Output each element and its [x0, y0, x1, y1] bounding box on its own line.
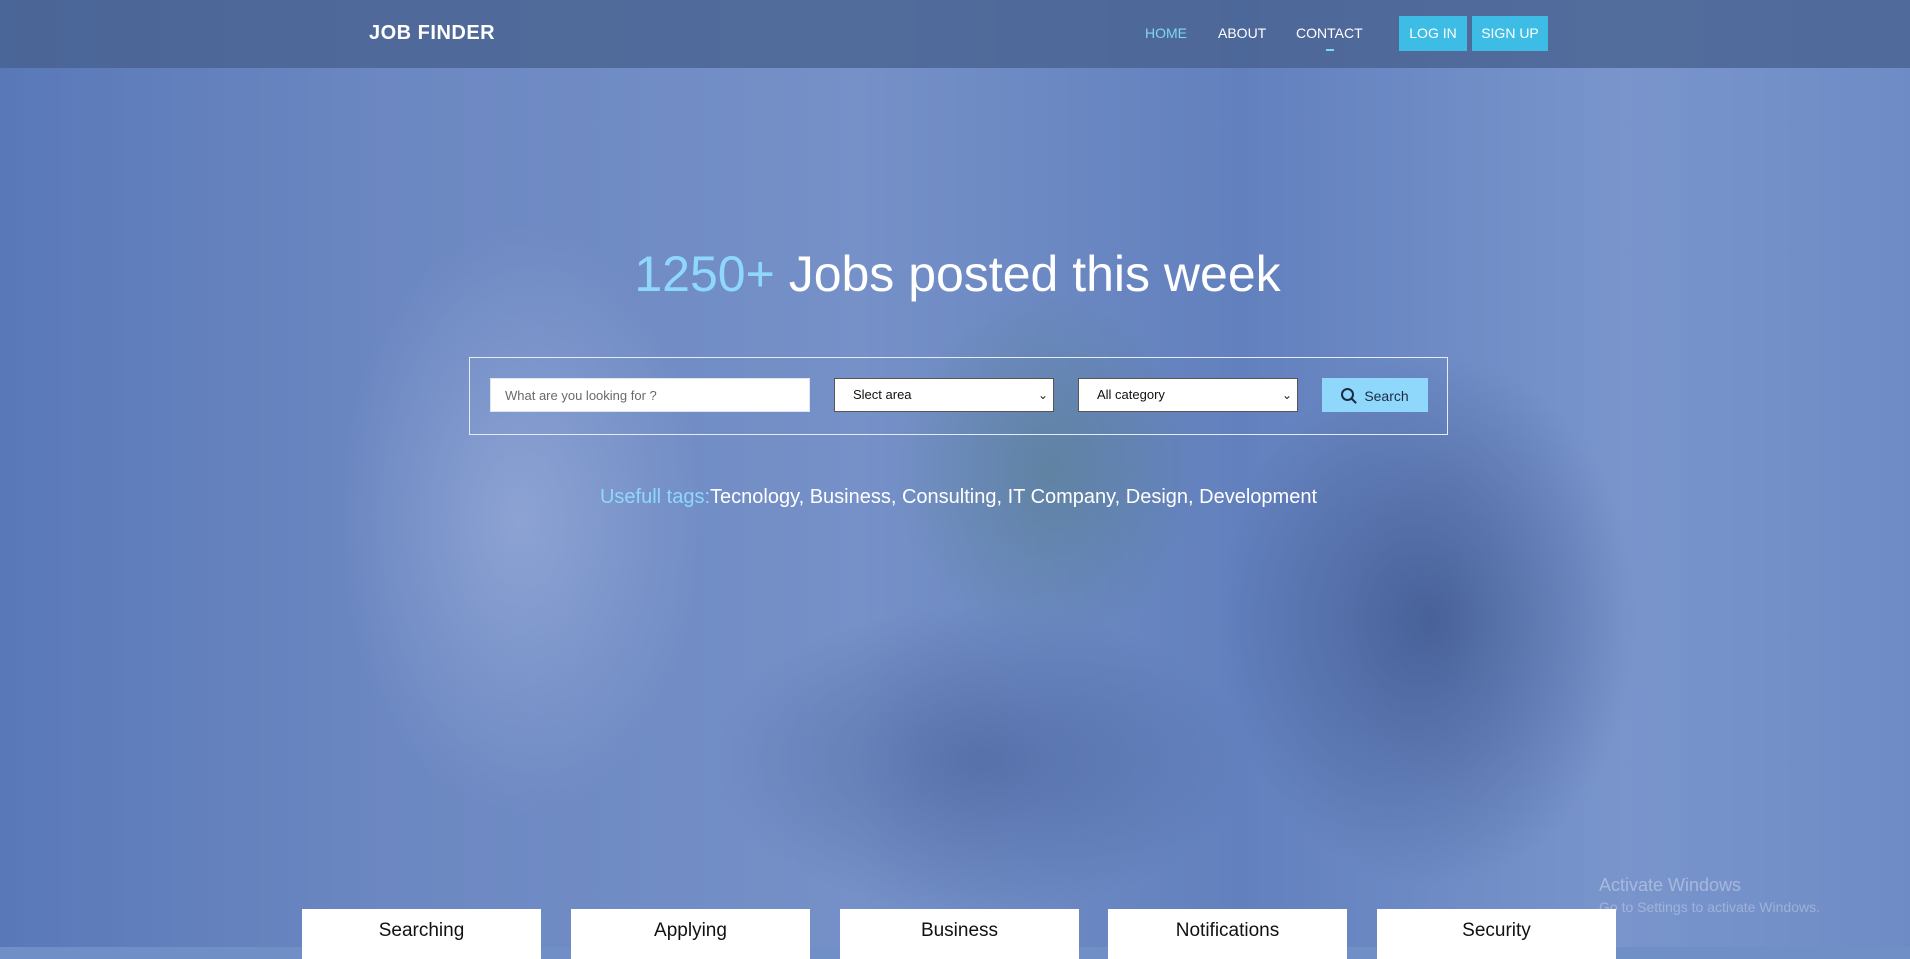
- service-card-notifications[interactable]: Notifications: [1108, 909, 1347, 959]
- area-select[interactable]: Slect area ⌄: [834, 378, 1054, 412]
- login-button[interactable]: LOG IN: [1399, 16, 1467, 51]
- useful-tags-label: Usefull tags:: [599, 486, 711, 508]
- brand-logo[interactable]: JOB FINDER: [369, 22, 495, 45]
- search-icon: [1341, 388, 1355, 401]
- area-select-value: Slect area: [853, 387, 912, 402]
- chevron-down-icon: ⌄: [1037, 388, 1048, 402]
- search-button[interactable]: Search: [1322, 378, 1428, 412]
- headline-text: Jobs posted this week: [774, 246, 1281, 302]
- nav-hover-indicator: [1326, 49, 1334, 51]
- jobs-count: 1250+: [634, 246, 775, 302]
- top-navbar: JOB FINDER HOME ABOUT CONTACT LOG IN SIG…: [0, 0, 1910, 68]
- service-card-business[interactable]: Business: [840, 909, 1079, 959]
- nav-home-link[interactable]: HOME: [1145, 25, 1187, 41]
- hero-headline: 1250+ Jobs posted this week: [0, 245, 1910, 303]
- useful-tags-list[interactable]: Tecnology, Business, Consulting, IT Comp…: [710, 486, 1317, 508]
- service-card-security[interactable]: Security: [1377, 909, 1616, 959]
- windows-activation-watermark-subtitle: Go to Settings to activate Windows.: [1599, 899, 1820, 915]
- nav-contact-link[interactable]: CONTACT: [1296, 25, 1363, 41]
- hero-overlay: [0, 0, 1910, 947]
- signup-button[interactable]: SIGN UP: [1472, 16, 1548, 51]
- search-input[interactable]: [490, 378, 810, 412]
- useful-tags: Usefull tags:Tecnology, Business, Consul…: [0, 486, 1910, 509]
- category-select[interactable]: All category ⌄: [1078, 378, 1298, 412]
- nav-about-link[interactable]: ABOUT: [1218, 25, 1266, 41]
- category-select-value: All category: [1097, 387, 1165, 402]
- chevron-down-icon: ⌄: [1281, 388, 1292, 402]
- search-button-label: Search: [1364, 388, 1409, 404]
- windows-activation-watermark-title: Activate Windows: [1599, 875, 1742, 895]
- service-card-applying[interactable]: Applying: [571, 909, 810, 959]
- service-card-searching[interactable]: Searching: [302, 909, 541, 959]
